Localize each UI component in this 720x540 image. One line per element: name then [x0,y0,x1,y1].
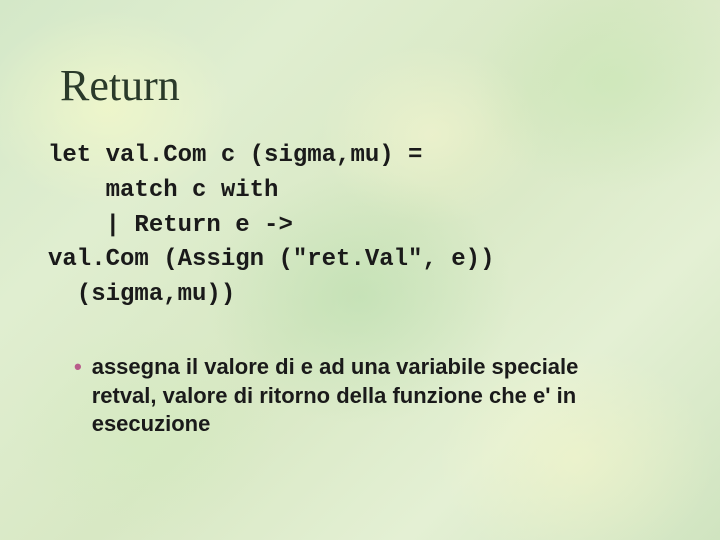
code-line: match c with [48,177,278,204]
code-line: (sigma,mu)) [48,281,235,308]
code-line: | Return e -> [48,212,293,239]
code-line: val.Com (Assign ("ret.Val", e)) [48,246,494,273]
bullet-text: assegna il valore di e ad una variabile … [92,353,632,439]
bullet-item: • assegna il valore di e ad una variabil… [74,353,632,439]
slide-title: Return [60,60,672,111]
bullet-marker-icon: • [74,353,82,382]
slide: Return let val.Com c (sigma,mu) = match … [0,0,720,540]
code-line: let val.Com c (sigma,mu) = [48,142,422,169]
code-block: let val.Com c (sigma,mu) = match c with … [48,139,672,313]
